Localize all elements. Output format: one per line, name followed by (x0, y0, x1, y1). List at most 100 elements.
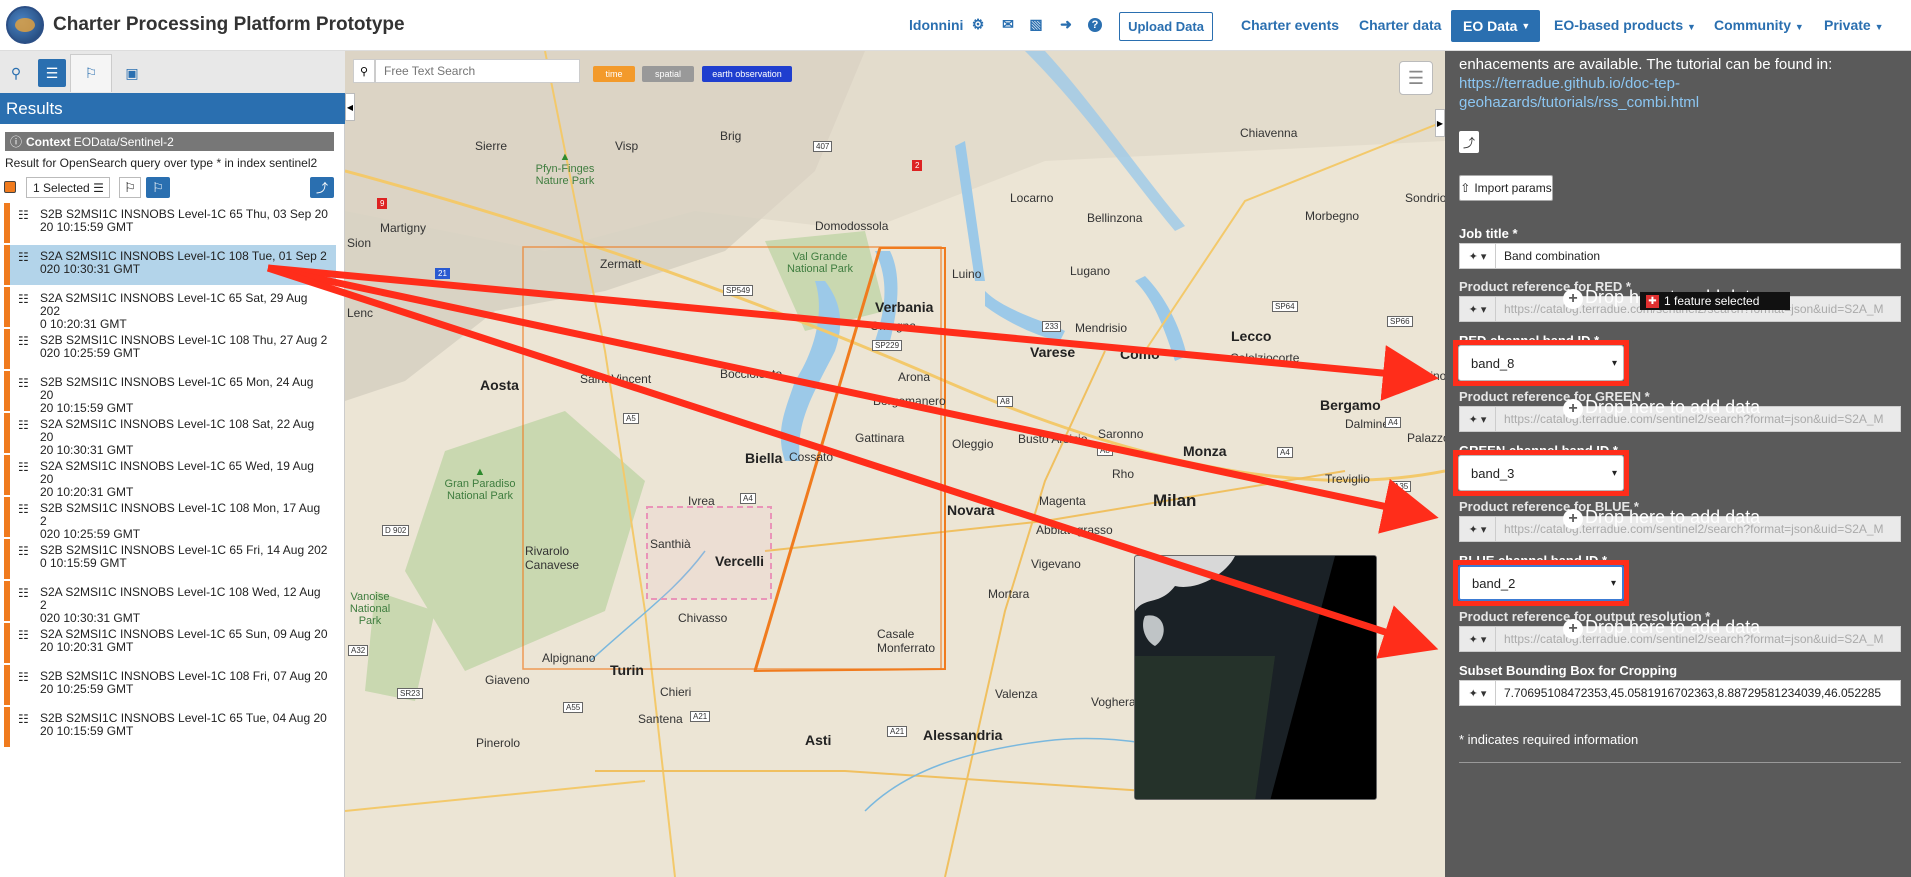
place-label: Albino (1413, 369, 1445, 383)
result-item[interactable]: ☷ S2A S2MSI1C INSNOBS Level-1C 65 Wed, 19… (4, 455, 336, 499)
place-label: Asti (805, 732, 832, 748)
place-label: Verbania (875, 299, 934, 315)
place-label: Santena (638, 712, 683, 726)
help-icon[interactable]: ? (1088, 18, 1102, 32)
bbox-field[interactable]: ✦ ▾ 7.70695108472353,45.0581916702363,8.… (1459, 680, 1901, 706)
tutorial-link[interactable]: https://terradue.github.io/doc-tep-geoha… (1459, 75, 1699, 111)
drop-zone[interactable]: +Drop here to add data (1563, 617, 1760, 639)
layers-icon[interactable]: ☰ (1399, 61, 1433, 95)
selected-dropdown[interactable]: 1 Selected ☰ (26, 177, 110, 198)
color-swatch[interactable] (4, 181, 16, 193)
basket-icon[interactable]: ⚐ (146, 177, 170, 198)
result-item[interactable]: ☷ S2B S2MSI1C INSNOBS Level-1C 65 Fri, 14… (4, 539, 336, 579)
nav-private-label: Private (1824, 17, 1871, 33)
free-text-search-input[interactable] (375, 59, 580, 83)
wand-icon[interactable]: ✦ ▾ (1460, 244, 1496, 268)
road-sign: 9 (377, 198, 388, 209)
place-label: Rivarolo Canavese (525, 544, 580, 572)
archive-tab-icon[interactable]: ▣ (118, 59, 146, 87)
nav-private[interactable]: Private ▼ (1824, 17, 1884, 33)
bbox-label: Subset Bounding Box for Cropping (1459, 663, 1678, 678)
book-icon[interactable]: ▧ (1028, 16, 1044, 32)
place-label: Calolziocorte (1230, 351, 1300, 365)
blue-band-select[interactable]: band_2 ▾ (1458, 565, 1624, 601)
result-item[interactable]: ☷ S2B S2MSI1C INSNOBS Level-1C 65 Tue, 04… (4, 707, 336, 747)
place-label: Domodossola (815, 219, 889, 233)
result-item[interactable]: ☷ S2A S2MSI1C INSNOBS Level-1C 108 Wed, 1… (4, 581, 336, 625)
place-label: Voghera (1091, 695, 1136, 709)
sentinel2-thumbnail[interactable] (1134, 555, 1377, 800)
context-bar: ⓘ Context EOData/Sentinel-2 (5, 132, 334, 151)
mail-icon[interactable]: ✉ (1000, 16, 1016, 32)
nav-charter-data[interactable]: Charter data (1359, 17, 1441, 33)
place-label: Arona (898, 370, 931, 384)
result-item[interactable]: ☷ S2B S2MSI1C INSNOBS Level-1C 108 Thu, 2… (4, 329, 336, 369)
green-band-select[interactable]: band_3 ▾ (1458, 455, 1624, 491)
nav-eo-data[interactable]: EO Data ▼ (1451, 10, 1540, 42)
wand-icon[interactable]: ✦ ▾ (1460, 407, 1496, 431)
list-icon: ☰ (93, 180, 104, 195)
result-item-line2: 20 10:15:59 GMT (40, 724, 134, 738)
time-filter-chip[interactable]: time (593, 66, 635, 82)
wand-icon[interactable]: ✦ ▾ (1460, 517, 1496, 541)
result-item-line1: S2B S2MSI1C INSNOBS Level-1C 108 Fri, 07… (40, 669, 328, 683)
nav-charter-events[interactable]: Charter events (1241, 17, 1339, 33)
result-item-line1: S2B S2MSI1C INSNOBS Level-1C 108 Mon, 17… (40, 501, 321, 528)
result-item[interactable]: ☷ S2B S2MSI1C INSNOBS Level-1C 108 Fri, 0… (4, 665, 336, 705)
app-logo[interactable] (6, 6, 44, 44)
drop-zone[interactable]: +Drop here to add data (1563, 507, 1760, 529)
result-item[interactable]: ☷ S2B S2MSI1C INSNOBS Level-1C 65 Thu, 03… (4, 203, 336, 243)
place-label: Cossato (789, 450, 834, 464)
basket-tab-icon[interactable]: ⚐ (70, 54, 112, 92)
nav-eo-based-products[interactable]: EO-based products ▼ (1554, 17, 1696, 33)
share-icon[interactable]: ⤴ (1459, 131, 1479, 153)
place-label: Milan (1153, 491, 1197, 510)
result-item[interactable]: ☷ S2A S2MSI1C INSNOBS Level-1C 65 Sat, 29… (4, 287, 336, 331)
collapse-left-icon[interactable]: ◀ (345, 93, 355, 121)
logout-icon[interactable]: ➜ (1058, 16, 1074, 32)
park-label-text: Pfyn-Finges Nature Park (535, 163, 595, 187)
earth-observation-chip[interactable]: earth observation (702, 66, 792, 82)
collapse-right-icon[interactable]: ▶ (1435, 109, 1445, 137)
place-label: Sondrio (1405, 191, 1445, 205)
place-label: Novara (947, 502, 995, 518)
select-arrows-icon: ▾ (1611, 357, 1617, 369)
spatial-filter-chip[interactable]: spatial (642, 66, 694, 82)
result-item[interactable]: ☷ S2B S2MSI1C INSNOBS Level-1C 65 Mon, 24… (4, 371, 336, 415)
import-params-button[interactable]: ⇧ Import params (1459, 175, 1553, 201)
caret-down-icon: ▼ (1794, 22, 1804, 32)
nav-community[interactable]: Community ▼ (1714, 17, 1804, 33)
username-link[interactable]: ldonnini (909, 17, 963, 33)
search-tab-icon[interactable]: ⚲ (2, 59, 30, 87)
select-arrows-icon: ▾ (1610, 577, 1616, 589)
drop-zone-text: Drop here to add data (1585, 507, 1761, 527)
wand-icon[interactable]: ✦ ▾ (1460, 627, 1496, 651)
job-title-field[interactable]: ✦ ▾ Band combination (1459, 243, 1901, 269)
satellite-icon: ☷ (18, 376, 29, 390)
wand-icon[interactable]: ✦ ▾ (1460, 681, 1496, 705)
result-item-title: S2B S2MSI1C INSNOBS Level-1C 108 Thu, 27… (40, 334, 330, 360)
result-item[interactable]: ☷ S2A S2MSI1C INSNOBS Level-1C 108 Tue, 0… (4, 245, 336, 285)
info-icon: ⓘ (10, 135, 23, 149)
result-item-title: S2A S2MSI1C INSNOBS Level-1C 108 Wed, 12… (40, 586, 330, 625)
add-to-basket-icon[interactable]: ⚐ (119, 177, 141, 198)
result-item[interactable]: ☷ S2A S2MSI1C INSNOBS Level-1C 108 Sat, 2… (4, 413, 336, 457)
list-tab-icon[interactable]: ☰ (38, 59, 66, 87)
settings-icon[interactable]: ⚙ (970, 16, 986, 32)
result-item-line1: S2B S2MSI1C INSNOBS Level-1C 65 Tue, 04 … (40, 711, 327, 725)
upload-data-button[interactable]: Upload Data (1119, 12, 1213, 41)
result-item[interactable]: ☷ S2B S2MSI1C INSNOBS Level-1C 108 Mon, 1… (4, 497, 336, 541)
plus-icon: + (1563, 399, 1583, 419)
result-item-title: S2B S2MSI1C INSNOBS Level-1C 65 Mon, 24 … (40, 376, 330, 415)
result-item[interactable]: ☷ S2A S2MSI1C INSNOBS Level-1C 65 Sun, 09… (4, 623, 336, 663)
panel-tabs: ⚲ ☰ ⚐ ▣ (0, 51, 345, 93)
wand-icon[interactable]: ✦ ▾ (1460, 297, 1496, 321)
map-search-icon[interactable]: ⚲ (353, 59, 375, 83)
result-item-line2: 020 10:25:59 GMT (40, 346, 141, 360)
red-band-select[interactable]: band_8 ▾ (1458, 345, 1624, 381)
share-icon[interactable]: ⤴ (310, 177, 334, 198)
map-view[interactable]: ◀ ▶ ⚲ time spatial earth observation ☰ B… (345, 51, 1445, 877)
drop-zone[interactable]: +Drop here to add data (1563, 397, 1760, 419)
bbox-value: 7.70695108472353,45.0581916702363,8.8872… (1504, 686, 1882, 700)
place-label: Sion (347, 236, 372, 250)
